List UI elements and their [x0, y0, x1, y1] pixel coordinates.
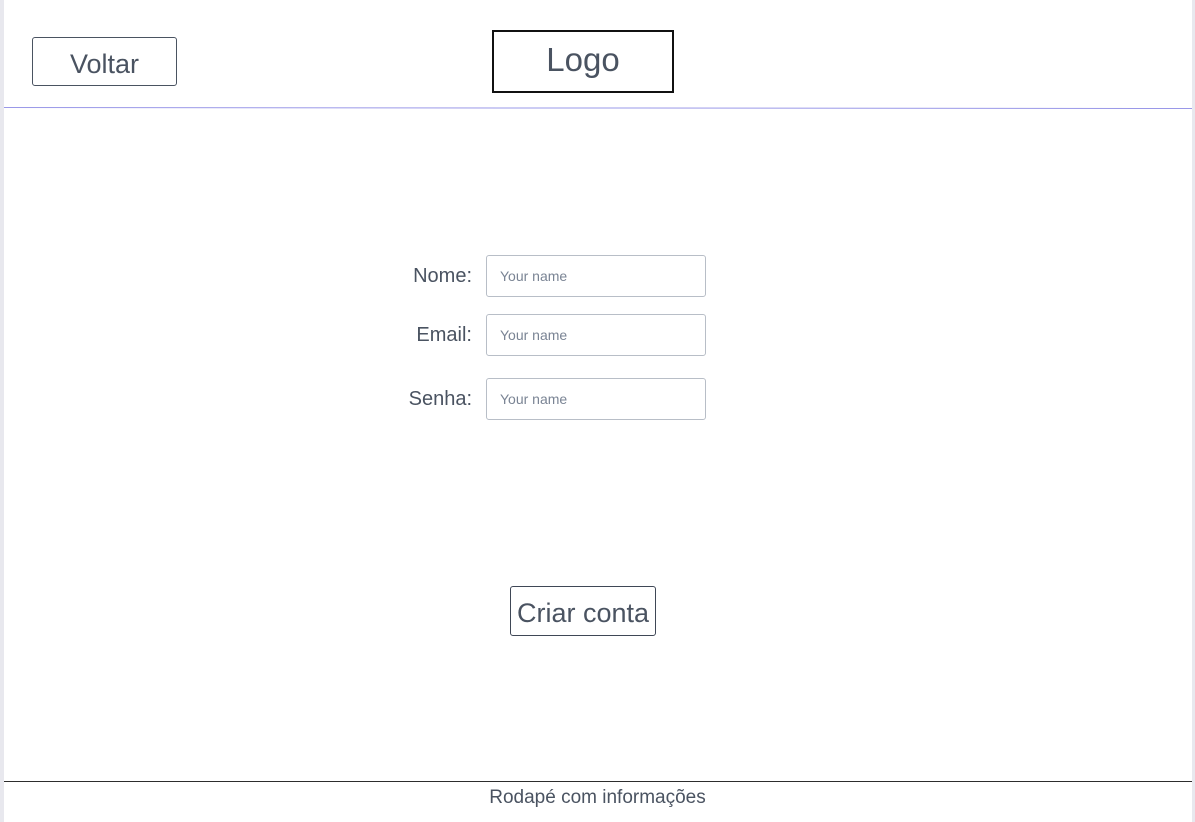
create-account-button[interactable]: Criar conta	[510, 586, 656, 636]
name-input[interactable]	[486, 255, 706, 297]
footer-text: Rodapé com informações	[489, 787, 706, 808]
back-button[interactable]: Voltar	[32, 37, 177, 86]
name-label: Nome:	[413, 265, 472, 287]
password-label: Senha:	[408, 388, 472, 410]
password-input[interactable]	[486, 378, 706, 420]
email-label: Email:	[416, 324, 472, 346]
email-input[interactable]	[486, 314, 706, 356]
footer-divider	[4, 781, 1192, 782]
logo: Logo	[492, 30, 674, 93]
